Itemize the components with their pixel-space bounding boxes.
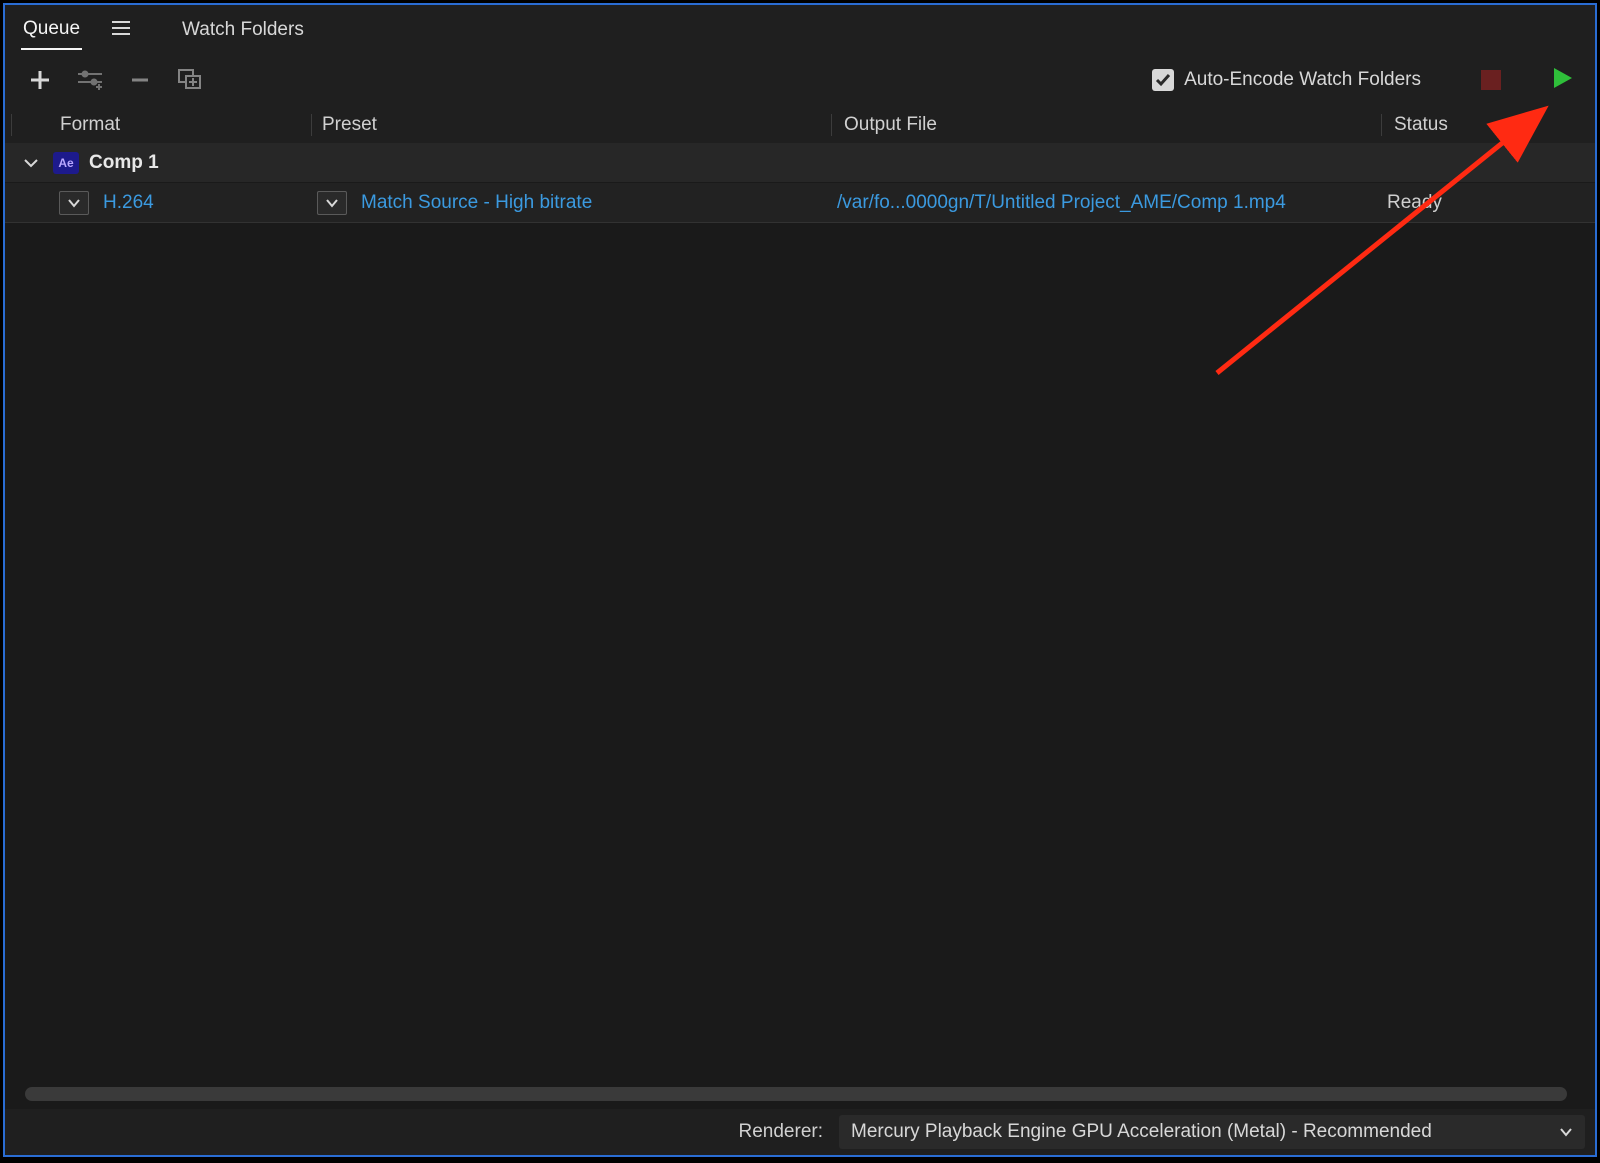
start-queue-button[interactable] bbox=[1553, 67, 1573, 94]
tab-watch-folders[interactable]: Watch Folders bbox=[180, 9, 306, 49]
status-value: Ready bbox=[1387, 192, 1442, 213]
preset-dropdown[interactable] bbox=[317, 191, 347, 215]
settings-sliders-icon[interactable] bbox=[77, 67, 103, 93]
renderer-label: Renderer: bbox=[739, 1121, 824, 1143]
format-value[interactable]: H.264 bbox=[103, 192, 154, 214]
output-path[interactable]: /var/fo...0000gn/T/Untitled Project_AME/… bbox=[837, 192, 1286, 213]
chevron-down-icon bbox=[1559, 1127, 1573, 1137]
tab-queue[interactable]: Queue bbox=[21, 8, 82, 50]
stop-queue-button[interactable] bbox=[1481, 70, 1501, 90]
header-output[interactable]: Output File bbox=[831, 114, 1381, 136]
status-cell: Ready bbox=[1387, 192, 1595, 214]
panel-menu-icon[interactable] bbox=[110, 18, 132, 41]
tab-bar: Queue Watch Folders bbox=[5, 5, 1595, 53]
format-cell: H.264 bbox=[59, 191, 317, 215]
preset-cell: Match Source - High bitrate bbox=[317, 191, 837, 215]
checkbox-checked-icon bbox=[1152, 69, 1174, 91]
output-row[interactable]: H.264 Match Source - High bitrate /var/f… bbox=[5, 183, 1595, 223]
header-format[interactable]: Format bbox=[11, 114, 311, 136]
format-dropdown[interactable] bbox=[59, 191, 89, 215]
renderer-dropdown[interactable]: Mercury Playback Engine GPU Acceleration… bbox=[839, 1115, 1585, 1149]
app-window: Queue Watch Folders Auto-Encode bbox=[3, 3, 1597, 1157]
composition-title: Comp 1 bbox=[89, 152, 159, 174]
ae-app-icon: Ae bbox=[53, 152, 79, 174]
duplicate-button[interactable] bbox=[177, 67, 203, 93]
remove-button[interactable] bbox=[127, 67, 153, 93]
auto-encode-checkbox[interactable]: Auto-Encode Watch Folders bbox=[1152, 69, 1421, 91]
add-source-button[interactable] bbox=[27, 67, 53, 93]
queue-body: Ae Comp 1 H.264 Match Source - High bitr… bbox=[5, 143, 1595, 1109]
preset-value[interactable]: Match Source - High bitrate bbox=[361, 192, 592, 214]
header-status[interactable]: Status bbox=[1381, 114, 1595, 136]
output-cell: /var/fo...0000gn/T/Untitled Project_AME/… bbox=[837, 192, 1387, 214]
column-headers: Format Preset Output File Status bbox=[5, 107, 1595, 143]
footer-bar: Renderer: Mercury Playback Engine GPU Ac… bbox=[5, 1109, 1595, 1155]
toolbar-left bbox=[27, 67, 203, 93]
chevron-down-icon[interactable] bbox=[19, 151, 43, 175]
toolbar: Auto-Encode Watch Folders bbox=[5, 53, 1595, 107]
horizontal-scrollbar[interactable] bbox=[25, 1087, 1567, 1101]
header-preset[interactable]: Preset bbox=[311, 114, 831, 136]
auto-encode-label: Auto-Encode Watch Folders bbox=[1184, 69, 1421, 91]
composition-row[interactable]: Ae Comp 1 bbox=[5, 143, 1595, 183]
renderer-value: Mercury Playback Engine GPU Acceleration… bbox=[851, 1121, 1432, 1143]
